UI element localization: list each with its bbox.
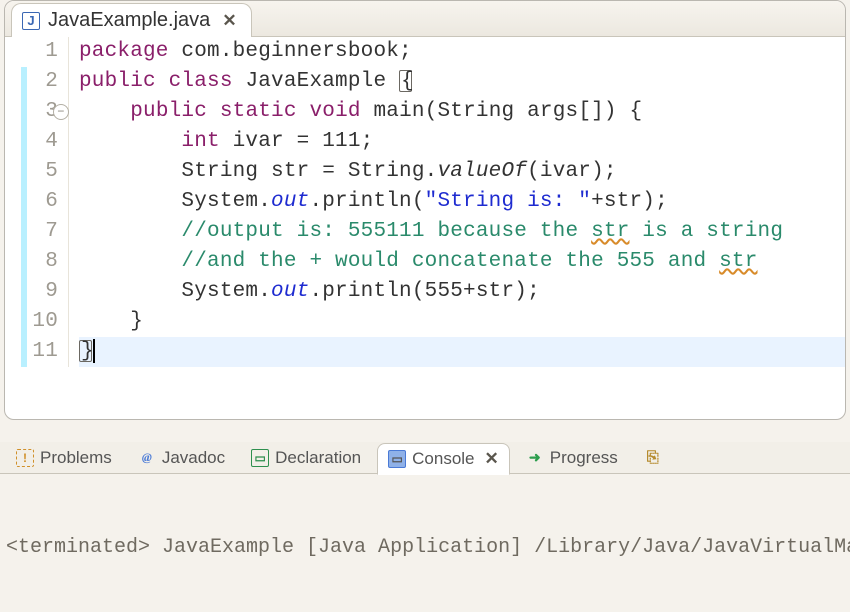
tab-label: Console [412, 449, 474, 469]
line-number: 2 [5, 67, 58, 97]
code-line[interactable]: public static void main(String args[]) { [79, 97, 845, 127]
code-line[interactable]: public class JavaExample { [79, 67, 845, 97]
tab-label: Javadoc [162, 448, 225, 468]
line-number: 9 [5, 277, 58, 307]
code-line[interactable]: } [79, 307, 845, 337]
tab-label: Problems [40, 448, 112, 468]
line-number: 11 [5, 337, 58, 367]
line-number: 10 [5, 307, 58, 337]
progress-icon: ➜ [526, 449, 544, 467]
javadoc-icon: @ [138, 449, 156, 467]
tab-declaration[interactable]: ▭ Declaration [241, 442, 371, 474]
declaration-icon: ▭ [251, 449, 269, 467]
code-line[interactable]: System.out.println("String is: "+str); [79, 187, 845, 217]
line-number: 7 [5, 217, 58, 247]
fold-toggle-icon[interactable]: − [53, 104, 69, 120]
close-icon[interactable]: ✕ [222, 11, 236, 31]
code-line[interactable]: int ivar = 111; [79, 127, 845, 157]
tab-console[interactable]: ▭ Console ✕ [377, 443, 510, 475]
tab-label: Declaration [275, 448, 361, 468]
line-number: 5 [5, 157, 58, 187]
tab-javadoc[interactable]: @ Javadoc [128, 442, 235, 474]
problems-icon: ! [16, 449, 34, 467]
tab-problems[interactable]: ! Problems [6, 442, 122, 474]
code-area[interactable]: 123−4567891011 package com.beginnersbook… [5, 37, 845, 367]
editor-tab-active[interactable]: J JavaExample.java ✕ [11, 3, 252, 37]
console-view: <terminated> JavaExample [Java Applicati… [0, 474, 850, 612]
tab-label: Progress [550, 448, 618, 468]
editor-tab-bar: J JavaExample.java ✕ [5, 1, 845, 37]
code-line[interactable]: package com.beginnersbook; [79, 37, 845, 67]
close-icon[interactable]: ✕ [485, 449, 499, 469]
code-line[interactable]: System.out.println(555+str); [79, 277, 845, 307]
console-icon: ▭ [388, 450, 406, 468]
line-number: 1 [5, 37, 58, 67]
text-cursor [93, 339, 95, 363]
line-number: 3− [5, 97, 58, 127]
editor-panel: J JavaExample.java ✕ 123−4567891011 pack… [4, 0, 846, 420]
console-launch-meta: <terminated> JavaExample [Java Applicati… [6, 534, 844, 562]
code-content[interactable]: package com.beginnersbook;public class J… [69, 37, 845, 367]
line-number: 4 [5, 127, 58, 157]
gitrepo-icon: ⎘ [644, 449, 662, 467]
editor-tab-filename: JavaExample.java [48, 9, 210, 32]
code-line[interactable]: String str = String.valueOf(ivar); [79, 157, 845, 187]
line-number: 6 [5, 187, 58, 217]
code-line[interactable]: //and the + would concatenate the 555 an… [79, 247, 845, 277]
code-line[interactable]: } [79, 337, 845, 367]
java-file-icon: J [22, 12, 40, 30]
tab-gitrepo[interactable]: ⎘ [634, 442, 672, 474]
tab-progress[interactable]: ➜ Progress [516, 442, 628, 474]
line-gutter: 123−4567891011 [5, 37, 69, 367]
line-number: 8 [5, 247, 58, 277]
bottom-view-tabs: ! Problems @ Javadoc ▭ Declaration ▭ Console ✕ ➜ P… [0, 442, 850, 474]
code-line[interactable]: //output is: 555111 because the str is a… [79, 217, 845, 247]
